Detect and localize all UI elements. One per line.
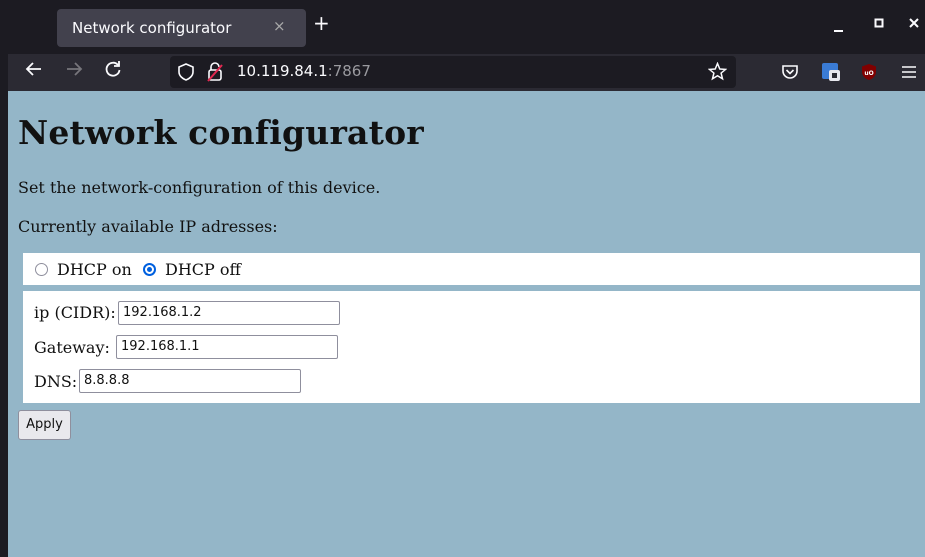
minimize-icon[interactable] [834, 22, 844, 36]
dhcp-off-radio[interactable] [143, 263, 156, 276]
maximize-icon[interactable] [874, 17, 884, 31]
dhcp-options: DHCP on DHCP off [23, 253, 920, 285]
url-host: 10.119.84.1 [237, 62, 328, 80]
ip-field[interactable]: 192.168.1.2 [118, 301, 340, 325]
extension-icon[interactable] [821, 62, 841, 86]
url-text: 10.119.84.1:7867 [237, 62, 371, 80]
tab-bar: Network configurator × + [8, 0, 925, 54]
insecure-lock-icon[interactable] [207, 62, 223, 86]
tab-title: Network configurator [72, 19, 232, 37]
shield-icon[interactable] [178, 63, 194, 85]
page-description: Set the network-configuration of this de… [18, 178, 381, 197]
dns-field[interactable]: 8.8.8.8 [79, 369, 301, 393]
dhcp-on-radio[interactable] [35, 263, 48, 276]
forward-icon[interactable] [65, 60, 83, 85]
gateway-label: Gateway: [34, 338, 110, 357]
dhcp-on-label[interactable]: DHCP on [57, 260, 132, 279]
page-title: Network configurator [18, 113, 424, 152]
page-content: Network configurator Set the network-con… [8, 91, 925, 557]
gateway-field[interactable]: 192.168.1.1 [116, 335, 338, 359]
bookmark-star-icon[interactable] [707, 61, 728, 85]
url-port: :7867 [327, 62, 371, 80]
dns-label: DNS: [34, 372, 78, 391]
url-bar[interactable]: 10.119.84.1:7867 [170, 56, 736, 88]
available-ips-label: Currently available IP adresses: [18, 217, 278, 236]
reload-icon[interactable] [104, 60, 122, 85]
ublock-icon[interactable]: uO [860, 63, 878, 85]
new-tab-icon[interactable]: + [313, 13, 330, 33]
ip-label: ip (CIDR): [34, 303, 116, 322]
menu-icon[interactable] [901, 64, 917, 84]
close-icon[interactable] [909, 17, 919, 31]
navigation-toolbar: 10.119.84.1:7867 uO [8, 54, 925, 91]
pocket-icon[interactable] [781, 63, 799, 85]
browser-tab[interactable]: Network configurator × [57, 9, 306, 47]
apply-button[interactable]: Apply [18, 410, 71, 440]
dhcp-off-label[interactable]: DHCP off [165, 260, 241, 279]
static-config-panel: ip (CIDR): 192.168.1.2 Gateway: 192.168.… [23, 291, 920, 403]
back-icon[interactable] [25, 60, 43, 85]
svg-text:uO: uO [864, 70, 873, 77]
tab-close-icon[interactable]: × [273, 17, 286, 35]
